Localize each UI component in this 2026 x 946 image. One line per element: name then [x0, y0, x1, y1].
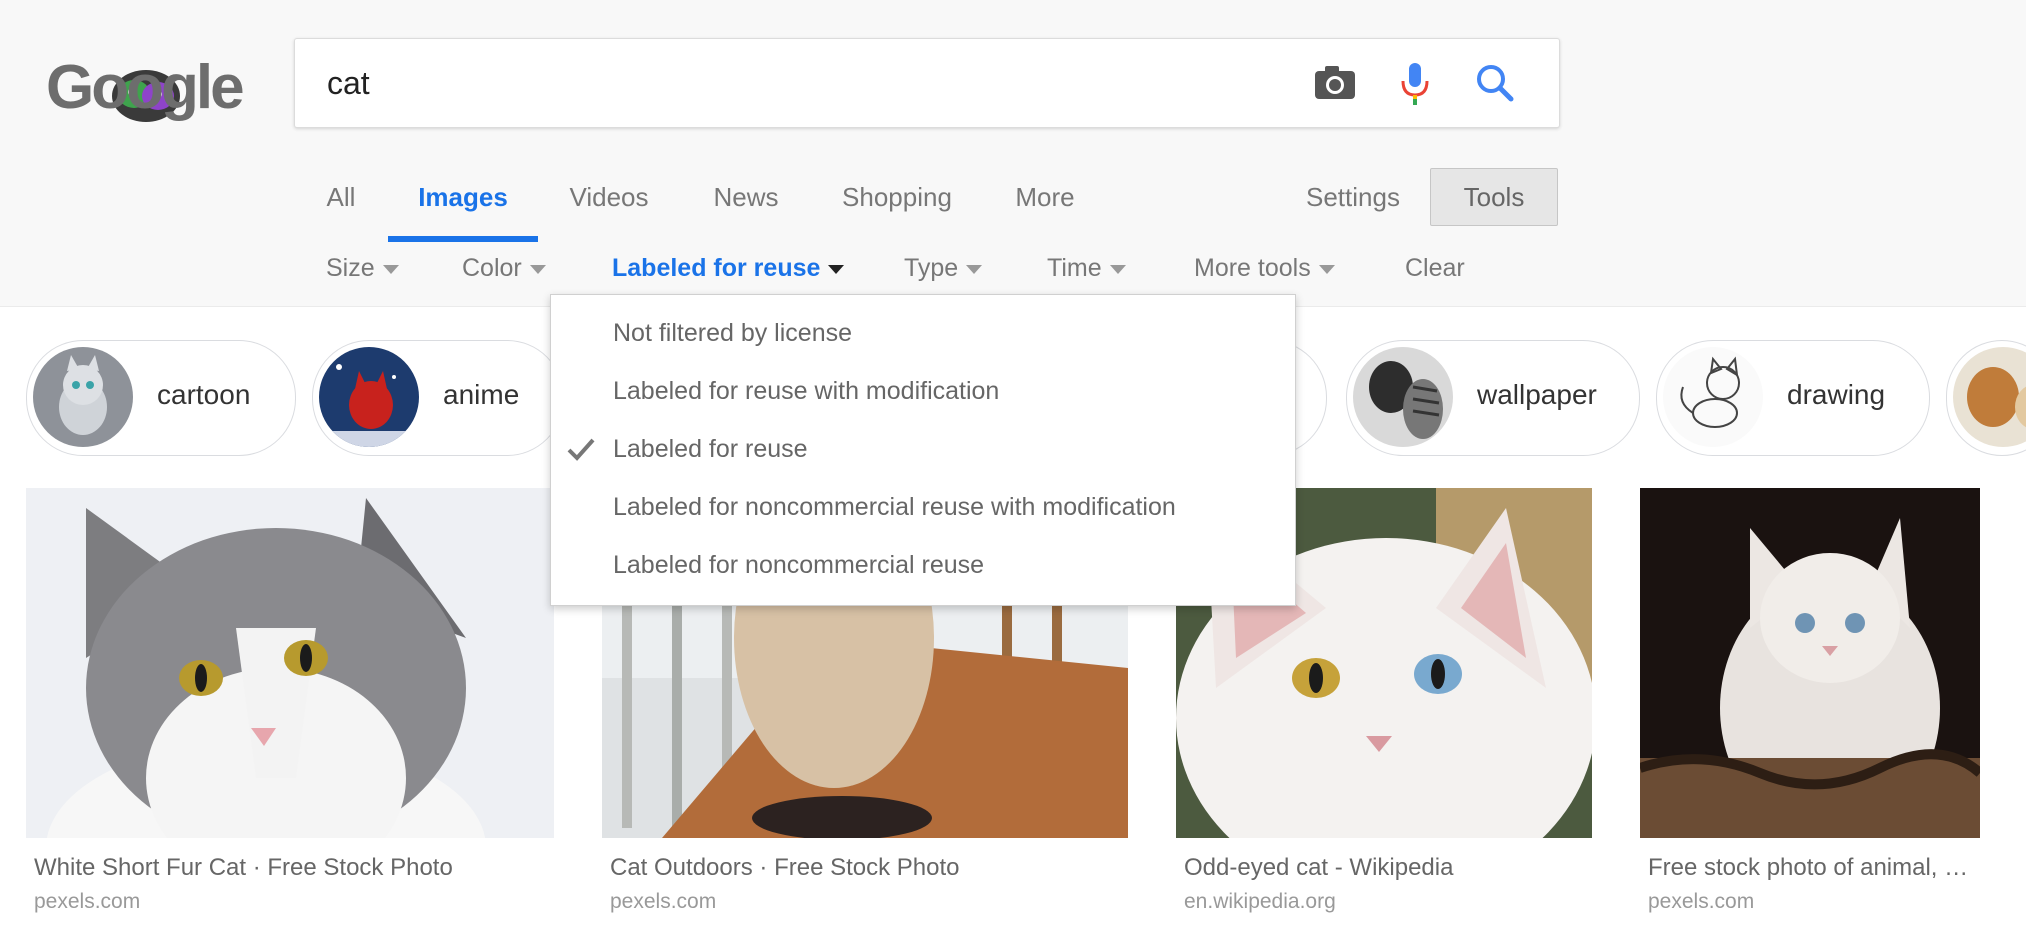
cartoon-cat-thumbnail: [33, 347, 133, 447]
result-image-white-kitten[interactable]: [1640, 488, 1980, 838]
clear-filters-link[interactable]: Clear: [1405, 254, 1465, 283]
dropdown-item-noncommercial-with-modification[interactable]: Labeled for noncommercial reuse with mod…: [551, 479, 1295, 537]
dropdown-item-not-filtered[interactable]: Not filtered by license: [551, 305, 1295, 363]
related-chip-cartoon[interactable]: cartoon: [26, 340, 296, 456]
dropdown-item-labeled-for-reuse[interactable]: Labeled for reuse: [551, 421, 1295, 479]
related-chip-wallpaper[interactable]: wallpaper: [1346, 340, 1640, 456]
related-chip-drawing[interactable]: drawing: [1656, 340, 1930, 456]
type-filter[interactable]: Type: [904, 254, 983, 283]
related-chip-anime[interactable]: anime: [312, 340, 564, 456]
search-input[interactable]: [325, 59, 1249, 107]
logo-text: Google: [46, 53, 245, 122]
chevron-down-icon: [828, 264, 845, 274]
tab-more[interactable]: More: [1012, 168, 1078, 242]
chevron-down-icon: [1109, 264, 1126, 274]
dog-and-cat-thumbnail: [1953, 347, 2026, 447]
color-filter[interactable]: Color: [462, 254, 546, 283]
chevron-down-icon: [529, 264, 546, 274]
checkmark-icon: [567, 438, 595, 461]
usage-rights-filter[interactable]: Labeled for reuse: [612, 254, 845, 283]
chevron-down-icon: [966, 264, 983, 274]
settings-link[interactable]: Settings: [1306, 182, 1400, 213]
tab-all[interactable]: All: [320, 168, 362, 242]
time-filter[interactable]: Time: [1047, 254, 1126, 283]
tab-shopping[interactable]: Shopping: [840, 168, 954, 242]
more-tools-filter[interactable]: More tools: [1194, 254, 1335, 283]
image-result[interactable]: White Short Fur Cat · Free Stock Photo p…: [26, 488, 554, 928]
dropdown-item-reuse-with-modification[interactable]: Labeled for reuse with modification: [551, 363, 1295, 421]
usage-rights-dropdown: Not filtered by license Labeled for reus…: [550, 294, 1296, 606]
tab-images[interactable]: Images: [388, 168, 538, 242]
tab-videos[interactable]: Videos: [566, 168, 652, 242]
size-filter[interactable]: Size: [326, 254, 399, 283]
wallpaper-cat-thumbnail: [1353, 347, 1453, 447]
anime-cat-thumbnail: [319, 347, 419, 447]
related-chip-dogs-and-cats[interactable]: [1946, 340, 2026, 456]
active-tab-indicator: [388, 236, 538, 242]
chevron-down-icon: [1318, 264, 1335, 274]
tab-news[interactable]: News: [710, 168, 782, 242]
dropdown-item-noncommercial-reuse[interactable]: Labeled for noncommercial reuse: [551, 537, 1295, 595]
search-icon[interactable]: [1469, 57, 1521, 109]
google-doodle-logo[interactable]: Google: [46, 52, 245, 132]
tools-button[interactable]: Tools: [1430, 168, 1558, 226]
camera-icon[interactable]: [1309, 57, 1361, 109]
top-header: Google A: [0, 0, 2026, 307]
microphone-icon[interactable]: [1389, 57, 1441, 109]
result-image-grey-white-cat[interactable]: [26, 488, 554, 838]
drawing-cat-thumbnail: [1663, 347, 1763, 447]
chevron-down-icon: [382, 264, 399, 274]
image-result[interactable]: Free stock photo of animal, … pexels.com: [1640, 488, 1980, 928]
search-box[interactable]: [294, 38, 1560, 128]
